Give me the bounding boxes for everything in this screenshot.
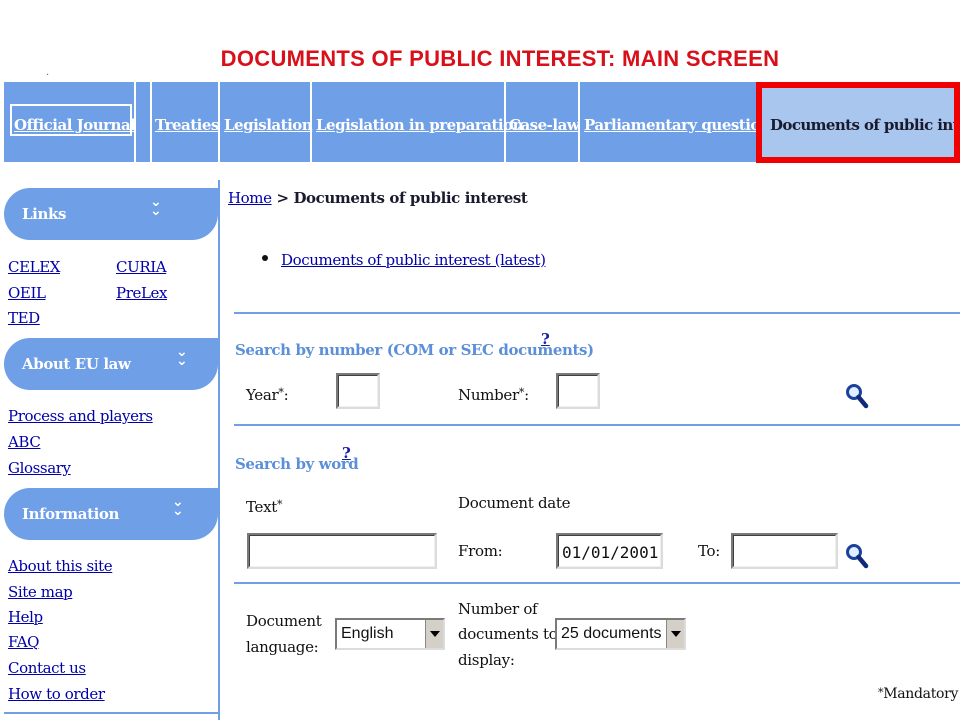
section-divider bbox=[234, 312, 960, 314]
breadcrumb-current: Documents of public interest bbox=[293, 189, 528, 207]
sidebar-header-label: About EU law bbox=[22, 355, 131, 373]
document-language-select[interactable]: English bbox=[335, 618, 445, 650]
chevron-down-icon bbox=[430, 631, 440, 637]
sidebar-header-label: Information bbox=[22, 505, 120, 523]
sidebar-link-abc[interactable]: ABC bbox=[8, 433, 41, 451]
text-input[interactable] bbox=[247, 533, 437, 569]
chevron-double-down-icon: ⌄ ⌄ bbox=[176, 344, 188, 369]
nav-treaties[interactable]: Treaties bbox=[155, 116, 219, 134]
search-icon[interactable] bbox=[845, 543, 869, 569]
bullet-icon bbox=[262, 255, 268, 261]
nav-separator bbox=[504, 82, 506, 162]
from-label: From: bbox=[458, 542, 503, 560]
sidebar-link-about-this-site[interactable]: About this site bbox=[8, 557, 113, 575]
year-input[interactable] bbox=[336, 373, 380, 409]
sidebar-link-oeil[interactable]: OEIL bbox=[8, 284, 46, 302]
number-of-documents-value: 25 documents bbox=[561, 625, 662, 642]
nav-separator bbox=[578, 82, 580, 162]
dropdown-button[interactable] bbox=[666, 620, 684, 648]
text-label: Text* bbox=[246, 498, 283, 516]
decorative-tick: · bbox=[46, 70, 50, 81]
sidebar-link-celex[interactable]: CELEX bbox=[8, 258, 60, 276]
sidebar-link-ted[interactable]: TED bbox=[8, 309, 40, 327]
to-date-input[interactable] bbox=[731, 533, 838, 569]
section-divider bbox=[234, 582, 960, 584]
chevron-down-icon bbox=[671, 631, 681, 637]
search-by-word-help-link[interactable]: ? bbox=[342, 444, 351, 462]
sidebar-header-about[interactable]: About EU law ⌄ ⌄ bbox=[4, 338, 218, 390]
sidebar-link-faq[interactable]: FAQ bbox=[8, 633, 39, 651]
nav-separator bbox=[134, 82, 136, 162]
sidebar-divider bbox=[218, 180, 220, 720]
sidebar-link-glossary[interactable]: Glossary bbox=[8, 459, 71, 477]
nav-parliamentary-questions[interactable]: Parliamentary questions bbox=[584, 116, 779, 134]
sidebar-link-process-and-players[interactable]: Process and players bbox=[8, 407, 153, 425]
from-date-value: 01/01/2001 bbox=[562, 543, 659, 562]
section-divider bbox=[234, 424, 960, 426]
number-of-documents-label-line1: Number of bbox=[458, 600, 538, 618]
nav-legislation[interactable]: Legislation bbox=[224, 116, 313, 134]
search-by-number-help-link[interactable]: ? bbox=[541, 330, 550, 348]
document-date-label: Document date bbox=[458, 494, 571, 512]
sidebar-header-information[interactable]: Information ⌄ ⌄ bbox=[4, 488, 218, 540]
sidebar-link-prelex[interactable]: PreLex bbox=[116, 284, 167, 302]
document-language-value: English bbox=[341, 625, 394, 642]
sidebar-bottom-line bbox=[4, 712, 218, 714]
nav-case-law[interactable]: Case-law bbox=[509, 116, 580, 134]
sidebar-link-contact-us[interactable]: Contact us bbox=[8, 659, 86, 677]
document-language-label-line1: Document bbox=[246, 612, 322, 630]
search-icon[interactable] bbox=[845, 383, 869, 409]
nav-legislation-in-preparation[interactable]: Legislation in preparation bbox=[316, 116, 524, 134]
mandatory-note: *Mandatory bbox=[878, 686, 959, 702]
sidebar-header-links[interactable]: Links ⌄ ⌄ bbox=[4, 188, 218, 240]
sidebar-link-curia[interactable]: CURIA bbox=[116, 258, 167, 276]
number-of-documents-label-line2: documents to bbox=[458, 625, 558, 643]
sidebar-header-label: Links bbox=[22, 205, 66, 223]
chevron-double-down-icon: ⌄ ⌄ bbox=[172, 494, 184, 519]
slide-title: DOCUMENTS OF PUBLIC INTEREST: MAIN SCREE… bbox=[220, 46, 780, 71]
breadcrumb-separator: > bbox=[271, 189, 294, 207]
number-label: Number*: bbox=[458, 386, 529, 404]
number-of-documents-label-line3: display: bbox=[458, 651, 515, 669]
nav-separator bbox=[218, 82, 220, 162]
nav-separator bbox=[310, 82, 312, 162]
breadcrumb-home[interactable]: Home bbox=[228, 189, 272, 207]
nav-official-journal[interactable]: Official Journal bbox=[14, 116, 136, 134]
from-date-input[interactable]: 01/01/2001 bbox=[556, 533, 663, 569]
sidebar-link-help[interactable]: Help bbox=[8, 608, 43, 626]
search-by-number-title: Search by number (COM or SEC documents) bbox=[235, 341, 594, 359]
number-input[interactable] bbox=[556, 373, 600, 409]
year-label: Year*: bbox=[246, 386, 289, 404]
number-of-documents-select[interactable]: 25 documents bbox=[555, 618, 686, 650]
to-label: To: bbox=[698, 542, 721, 560]
chevron-double-down-icon: ⌄ ⌄ bbox=[150, 194, 162, 219]
sidebar-link-site-map[interactable]: Site map bbox=[8, 583, 73, 601]
document-language-label-line2: language: bbox=[246, 638, 319, 656]
search-by-word-title: Search by word bbox=[235, 455, 359, 473]
breadcrumb: Home > Documents of public interest bbox=[228, 189, 528, 207]
sidebar-link-how-to-order[interactable]: How to order bbox=[8, 685, 105, 703]
highlight-box bbox=[756, 82, 960, 163]
latest-documents-link[interactable]: Documents of public interest (latest) bbox=[281, 251, 546, 269]
dropdown-button[interactable] bbox=[425, 620, 443, 648]
nav-separator bbox=[150, 82, 152, 162]
